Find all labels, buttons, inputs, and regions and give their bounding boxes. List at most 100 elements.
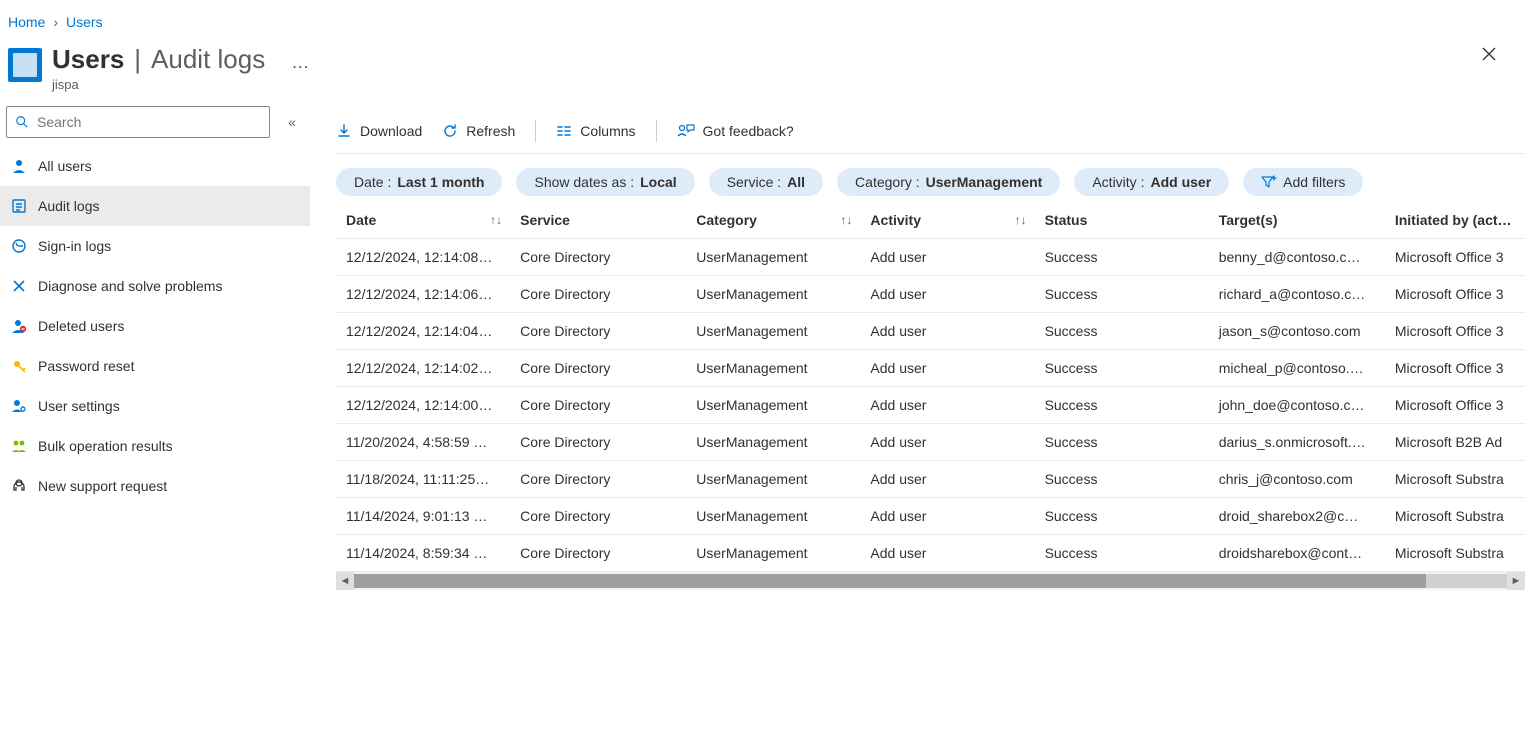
scroll-track[interactable] (354, 574, 1507, 588)
cell-category: UserManagement (686, 498, 860, 535)
filter-pill-activity[interactable]: Activity : Add user (1074, 168, 1229, 196)
sidebar-item-all-users[interactable]: All users (0, 146, 310, 186)
filter-pill-service[interactable]: Service : All (709, 168, 823, 196)
breadcrumb-home[interactable]: Home (8, 14, 45, 30)
cell-initiated: Microsoft Office 3 (1385, 313, 1525, 350)
cell-service: Core Directory (510, 498, 686, 535)
scroll-right-button[interactable]: ► (1507, 572, 1525, 590)
sidebar-item-support[interactable]: New support request (0, 466, 310, 506)
search-input-wrapper[interactable] (6, 106, 270, 138)
cell-activity: Add user (860, 535, 1034, 572)
sidebar: « All users Audit logsSign-in logsDiagnos… (0, 102, 310, 590)
search-input[interactable] (35, 113, 261, 131)
refresh-button[interactable]: Refresh (442, 123, 515, 139)
cell-service: Core Directory (510, 313, 686, 350)
sidebar-item-audit-logs[interactable]: Audit logs (0, 186, 310, 226)
table-row[interactable]: 12/12/2024, 12:14:00…Core DirectoryUserM… (336, 387, 1525, 424)
col-header-date[interactable]: Date ↑↓ (336, 202, 510, 239)
cell-date: 11/18/2024, 11:11:25… (336, 461, 510, 498)
user-settings-icon (10, 397, 28, 415)
table-row[interactable]: 12/12/2024, 12:14:02…Core DirectoryUserM… (336, 350, 1525, 387)
sidebar-item-diagnose[interactable]: Diagnose and solve problems (0, 266, 310, 306)
cell-service: Core Directory (510, 276, 686, 313)
filter-showdates-label: Show dates as : (534, 174, 634, 190)
cell-activity: Add user (860, 461, 1034, 498)
table-row[interactable]: 11/20/2024, 4:58:59 …Core DirectoryUserM… (336, 424, 1525, 461)
chevron-double-left-icon: « (288, 114, 296, 130)
cell-date: 12/12/2024, 12:14:02… (336, 350, 510, 387)
col-header-targets[interactable]: Target(s) (1209, 202, 1385, 239)
cell-activity: Add user (860, 498, 1034, 535)
command-bar: Download Refresh Columns Got feed (336, 102, 1525, 154)
cell-date: 11/14/2024, 8:59:34 … (336, 535, 510, 572)
all-users-icon (10, 157, 28, 175)
filter-add-icon (1261, 175, 1277, 189)
cell-date: 12/12/2024, 12:14:08… (336, 239, 510, 276)
col-header-status[interactable]: Status (1035, 202, 1209, 239)
cell-activity: Add user (860, 387, 1034, 424)
filter-date-value: Last 1 month (397, 174, 484, 190)
col-header-activity[interactable]: Activity ↑↓ (860, 202, 1034, 239)
table-row[interactable]: 11/18/2024, 11:11:25…Core DirectoryUserM… (336, 461, 1525, 498)
table-row[interactable]: 11/14/2024, 9:01:13 …Core DirectoryUserM… (336, 498, 1525, 535)
add-filters-button[interactable]: Add filters (1243, 168, 1363, 196)
table-row[interactable]: 12/12/2024, 12:14:06…Core DirectoryUserM… (336, 276, 1525, 313)
refresh-icon (442, 123, 458, 139)
audit-logs-table: Date ↑↓ Service Category ↑↓ Activity ↑ (336, 202, 1525, 572)
sidebar-item-label: New support request (38, 478, 167, 494)
cell-service: Core Directory (510, 461, 686, 498)
cell-initiated: Microsoft B2B Ad (1385, 424, 1525, 461)
sidebar-item-bulk-ops[interactable]: Bulk operation results (0, 426, 310, 466)
filter-pill-date[interactable]: Date : Last 1 month (336, 168, 502, 196)
cell-initiated: Microsoft Substra (1385, 535, 1525, 572)
content-pane: Download Refresh Columns Got feed (310, 102, 1525, 590)
filter-date-label: Date : (354, 174, 391, 190)
columns-button[interactable]: Columns (556, 123, 635, 139)
table-row[interactable]: 12/12/2024, 12:14:04…Core DirectoryUserM… (336, 313, 1525, 350)
refresh-label: Refresh (466, 123, 515, 139)
cell-status: Success (1035, 424, 1209, 461)
download-button[interactable]: Download (336, 123, 422, 139)
cell-date: 11/20/2024, 4:58:59 … (336, 424, 510, 461)
col-header-initiated-label: Initiated by (act… (1395, 212, 1512, 228)
cell-category: UserManagement (686, 313, 860, 350)
cell-date: 12/12/2024, 12:14:00… (336, 387, 510, 424)
cell-status: Success (1035, 387, 1209, 424)
cell-status: Success (1035, 498, 1209, 535)
cell-category: UserManagement (686, 350, 860, 387)
cell-activity: Add user (860, 350, 1034, 387)
sidebar-item-password-reset[interactable]: Password reset (0, 346, 310, 386)
filter-pill-showdates[interactable]: Show dates as : Local (516, 168, 694, 196)
sidebar-item-label: Password reset (38, 358, 134, 374)
table-row[interactable]: 12/12/2024, 12:14:08…Core DirectoryUserM… (336, 239, 1525, 276)
cell-status: Success (1035, 239, 1209, 276)
filter-category-value: UserManagement (926, 174, 1043, 190)
horizontal-scrollbar[interactable]: ◄ ► (336, 572, 1525, 590)
cell-targets: micheal_p@contoso.… (1209, 350, 1385, 387)
cell-initiated: Microsoft Substra (1385, 461, 1525, 498)
sidebar-item-user-settings[interactable]: User settings (0, 386, 310, 426)
blade-icon (8, 48, 42, 82)
sidebar-item-sign-in-logs[interactable]: Sign-in logs (0, 226, 310, 266)
filter-service-value: All (787, 174, 805, 190)
sidebar-item-deleted-users[interactable]: Deleted users (0, 306, 310, 346)
feedback-button[interactable]: Got feedback? (677, 123, 794, 139)
breadcrumb-users[interactable]: Users (66, 14, 103, 30)
title-separator: | (134, 44, 141, 75)
col-header-category[interactable]: Category ↑↓ (686, 202, 860, 239)
table-row[interactable]: 11/14/2024, 8:59:34 …Core DirectoryUserM… (336, 535, 1525, 572)
deleted-users-icon (10, 317, 28, 335)
more-actions-button[interactable]: … (291, 52, 309, 73)
download-icon (336, 123, 352, 139)
sidebar-item-label: All users (38, 158, 92, 174)
sort-icon: ↑↓ (1015, 213, 1027, 227)
cell-status: Success (1035, 313, 1209, 350)
col-header-initiated[interactable]: Initiated by (act… (1385, 202, 1525, 239)
col-header-service[interactable]: Service (510, 202, 686, 239)
close-button[interactable] (1473, 38, 1505, 70)
filter-pill-category[interactable]: Category : UserManagement (837, 168, 1060, 196)
scroll-left-button[interactable]: ◄ (336, 572, 354, 590)
scroll-thumb[interactable] (354, 574, 1426, 588)
cell-category: UserManagement (686, 239, 860, 276)
collapse-sidebar-button[interactable]: « (280, 110, 304, 134)
